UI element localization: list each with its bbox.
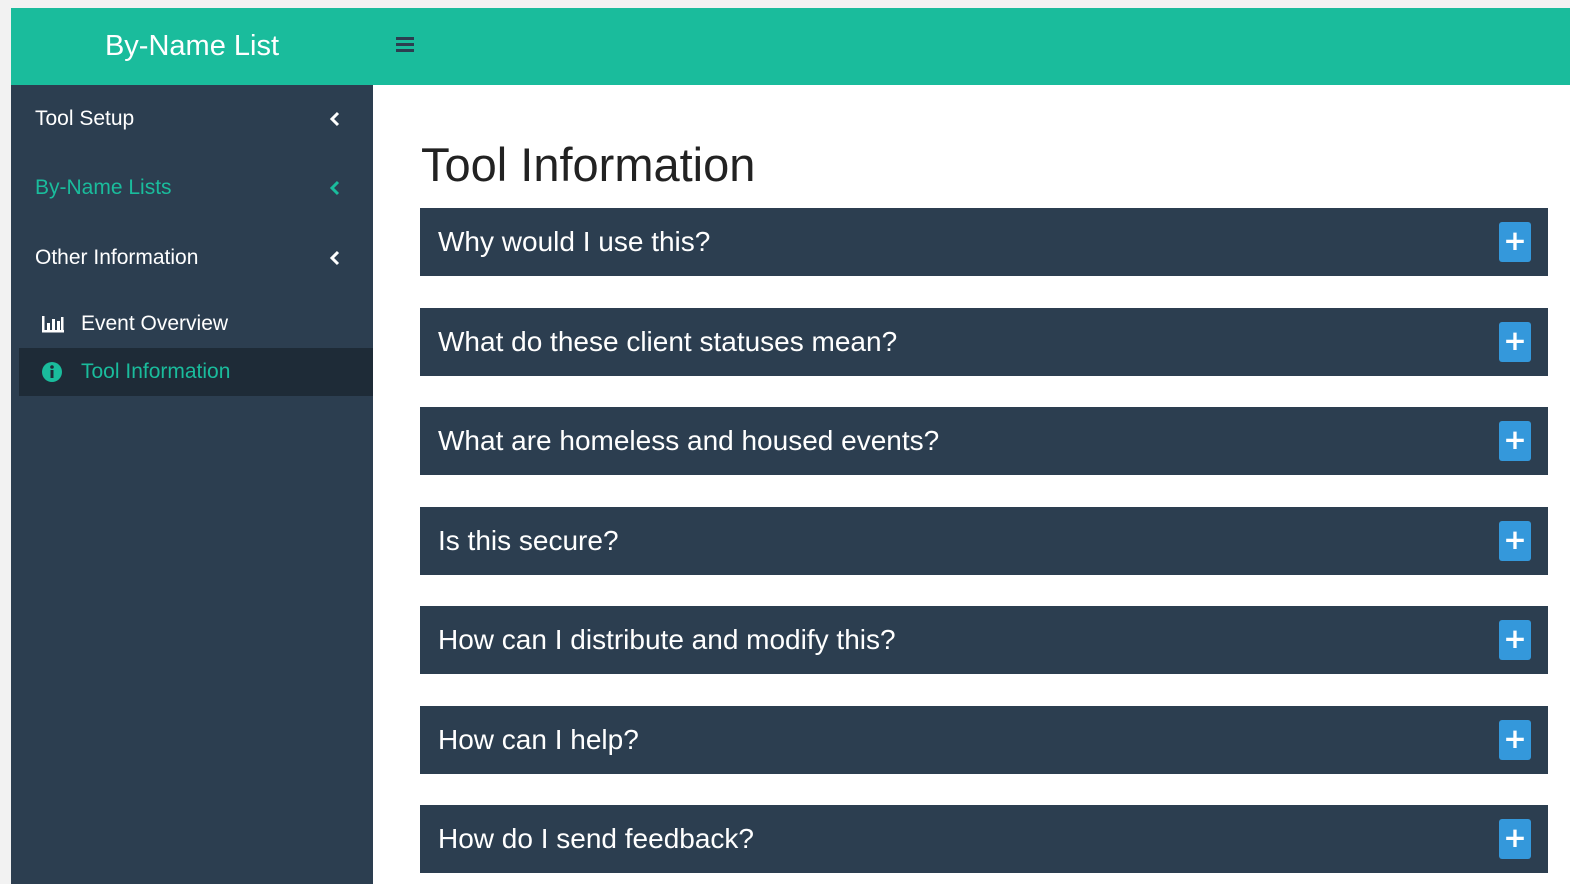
sidebar-subitem-tool-information[interactable]: Tool Information [19, 348, 373, 396]
chevron-left-icon [329, 111, 340, 127]
sidebar-item-label: Tool Setup [35, 107, 135, 130]
sidebar-subitem-label: Event Overview [81, 312, 229, 335]
faq-question: How can I help? [438, 724, 639, 755]
expand-plus-button[interactable]: + [1499, 521, 1531, 561]
bar-chart-icon [42, 316, 64, 333]
page-title: Tool Information [421, 138, 756, 191]
faq-question: How can I distribute and modify this? [438, 624, 896, 655]
sidebar-item-label: By-Name Lists [35, 176, 172, 199]
expand-plus-button[interactable]: + [1499, 421, 1531, 461]
expand-plus-button[interactable]: + [1499, 620, 1531, 660]
hamburger-menu-icon[interactable] [396, 37, 416, 55]
faq-question: How do I send feedback? [438, 823, 754, 854]
sidebar-item-tool-setup[interactable]: Tool Setup [11, 89, 373, 149]
faq-panel[interactable]: How can I help? + [420, 706, 1548, 774]
faq-panel[interactable]: Is this secure? + [420, 507, 1548, 575]
brand-title[interactable]: By-Name List [11, 8, 373, 85]
faq-question: Why would I use this? [438, 226, 711, 257]
expand-plus-button[interactable]: + [1499, 222, 1531, 262]
info-circle-icon [42, 362, 62, 382]
faq-question: Is this secure? [438, 525, 619, 556]
faq-panel[interactable]: How can I distribute and modify this? + [420, 606, 1548, 674]
chevron-left-icon [329, 180, 340, 196]
sidebar-item-label: Other Information [35, 246, 199, 269]
chevron-left-icon [329, 250, 340, 266]
faq-panel[interactable]: Why would I use this? + [420, 208, 1548, 276]
expand-plus-button[interactable]: + [1499, 322, 1531, 362]
sidebar-subitem-label: Tool Information [81, 360, 231, 383]
top-header: By-Name List [11, 8, 1570, 85]
faq-panel[interactable]: What do these client statuses mean? + [420, 308, 1548, 376]
app-window: By-Name List Tool Setup By-Name Lists Ot… [11, 8, 1570, 884]
main-content: Tool Information Why would I use this? +… [373, 85, 1570, 884]
sidebar-subitem-event-overview[interactable]: Event Overview [19, 300, 373, 348]
sidebar: Tool Setup By-Name Lists Other Informati… [11, 85, 373, 884]
faq-panel[interactable]: How do I send feedback? + [420, 805, 1548, 873]
expand-plus-button[interactable]: + [1499, 819, 1531, 859]
faq-question: What are homeless and housed events? [438, 425, 940, 456]
sidebar-item-other-information[interactable]: Other Information [11, 228, 373, 288]
faq-question: What do these client statuses mean? [438, 326, 898, 357]
faq-panel[interactable]: What are homeless and housed events? + [420, 407, 1548, 475]
expand-plus-button[interactable]: + [1499, 720, 1531, 760]
sidebar-item-by-name-lists[interactable]: By-Name Lists [11, 158, 373, 218]
